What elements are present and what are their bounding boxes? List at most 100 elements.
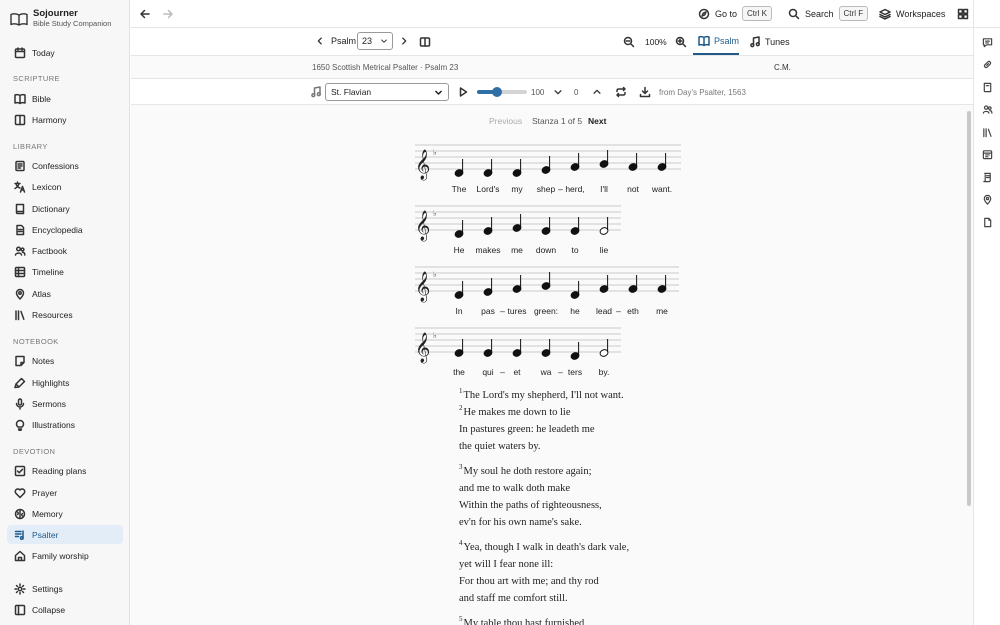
sidebar-item-bible[interactable]: Bible [7, 89, 123, 108]
calendar-icon[interactable] [982, 149, 993, 160]
tempo-slider[interactable] [477, 87, 527, 97]
quarter-note [512, 159, 522, 177]
home-icon [14, 550, 26, 561]
sidebar-item-today[interactable]: Today [7, 43, 123, 62]
scrollbar[interactable] [967, 111, 971, 506]
chevron-up-icon [593, 89, 601, 94]
comment-icon[interactable] [982, 37, 993, 48]
map-pin-icon[interactable] [982, 194, 993, 205]
heart-hands-icon [14, 487, 26, 498]
verse-line: 3My soul he doth restore again; [459, 463, 592, 478]
parallel-view-button[interactable] [419, 36, 431, 48]
tempo-slider-thumb[interactable] [492, 87, 502, 97]
brand[interactable]: Sojourner Bible Study Companion [10, 8, 111, 29]
book-open-icon [419, 37, 431, 47]
next-stanza-button[interactable]: Next [588, 116, 606, 126]
tab-tunes[interactable]: Tunes [749, 28, 790, 55]
chevron-down-icon [435, 90, 442, 95]
sidebar-item-reading-plans[interactable]: Reading plans [7, 461, 123, 480]
verse-line: and me to walk doth make [459, 483, 571, 494]
sidebar-item-psalter[interactable]: Psalter [7, 525, 123, 544]
layout-grid-button[interactable] [957, 8, 969, 20]
psalm-content: Previous Stanza 1 of 5 Next 𝄞 ♭ The Lord's m… [131, 105, 973, 625]
sidebar-item-sermons[interactable]: Sermons [7, 394, 123, 413]
tab-psalm[interactable]: Psalm [693, 28, 739, 55]
people-icon[interactable] [982, 104, 993, 115]
next-chapter-button[interactable] [399, 36, 409, 46]
sidebar-item-prayer[interactable]: Prayer [7, 483, 123, 502]
lyric-hyphen: – [558, 367, 563, 377]
staff-lines: 𝄞 ♭ [415, 205, 621, 242]
sidebar-item-settings[interactable]: Settings [7, 579, 123, 598]
chapter-value: 23 [362, 36, 373, 46]
quarter-note [512, 214, 522, 232]
quarter-note [483, 339, 493, 357]
half-note [599, 339, 609, 357]
quarter-note [483, 278, 493, 296]
tune-select[interactable]: St. Flavian [325, 83, 449, 101]
sidebar-item-encyclopedia[interactable]: Encyclopedia [7, 220, 123, 239]
sidebar-item-label: Encyclopedia [32, 224, 83, 235]
download-button[interactable] [639, 86, 651, 98]
sidebar-item-confessions[interactable]: Confessions [7, 156, 123, 175]
scroll-icon [15, 160, 25, 171]
sidebar-item-family-worship[interactable]: Family worship [7, 546, 123, 565]
play-button[interactable] [457, 86, 469, 98]
app-subtitle: Bible Study Companion [33, 19, 112, 28]
sidebar-item-illustrations[interactable]: Illustrations [7, 415, 123, 434]
quarter-note [512, 339, 522, 357]
document-icon[interactable] [982, 217, 993, 228]
stanza-indicator: Stanza 1 of 5 [532, 116, 583, 126]
sidebar-item-atlas[interactable]: Atlas [7, 284, 123, 303]
repeat-button[interactable] [615, 86, 627, 98]
sidebar-item-factbook[interactable]: Factbook [7, 241, 123, 260]
library-books-icon[interactable] [982, 127, 993, 138]
verse-number: 3 [459, 463, 463, 471]
go-to-button[interactable]: Go to Ctrl K [698, 6, 773, 21]
tempo-value: 100 [531, 88, 545, 97]
sidebar-item-harmony[interactable]: Harmony [7, 110, 123, 129]
workspaces-button[interactable]: Workspaces [879, 8, 945, 20]
previous-stanza-button[interactable]: Previous [489, 116, 522, 126]
sidebar-item-dictionary[interactable]: Dictionary [7, 199, 123, 218]
previous-chapter-button[interactable] [315, 36, 325, 46]
open-book-logo-icon [10, 12, 28, 26]
sidebar-collapse-button[interactable]: Collapse [7, 600, 123, 619]
columns-icon [14, 114, 26, 125]
quarter-note [570, 217, 580, 235]
verse-line: In pastures green: he leadeth me [459, 424, 595, 435]
search-icon [788, 8, 800, 19]
sidebar-item-resources[interactable]: Resources [7, 305, 123, 324]
book-icon[interactable] [982, 82, 993, 93]
chevron-left-icon [317, 37, 322, 45]
sidebar-item-timeline[interactable]: Timeline [7, 262, 123, 281]
lyric-syllable: makes [475, 245, 501, 255]
sidebar-item-label: Harmony [32, 114, 67, 125]
link-icon[interactable] [982, 59, 993, 70]
zoom-in-button[interactable] [675, 36, 687, 48]
verse-line: 2He makes me down to lie [459, 404, 571, 419]
scroll-icon[interactable] [982, 172, 993, 183]
verse-line: and staff me comfort still. [459, 593, 568, 604]
forward-button[interactable] [162, 8, 174, 20]
verse-number: 1 [459, 387, 463, 395]
music-note-icon [311, 86, 321, 98]
sidebar-item-notes[interactable]: Notes [7, 351, 123, 370]
transpose-down-button[interactable] [553, 87, 563, 97]
lyric-syllable: me [656, 306, 668, 316]
staff-lines: 𝄞 ♭ [415, 144, 681, 181]
search-button[interactable]: Search Ctrl F [788, 6, 869, 21]
sidebar-item-lexicon[interactable]: Lexicon [7, 177, 123, 196]
quarter-note [454, 220, 464, 238]
back-button[interactable] [139, 8, 151, 20]
quarter-note [570, 281, 580, 299]
transpose-up-button[interactable] [592, 87, 602, 97]
sidebar-item-highlights[interactable]: Highlights [7, 373, 123, 392]
zoom-out-button[interactable] [623, 36, 635, 48]
quarter-note [657, 153, 667, 171]
sidebar-item-memory[interactable]: Memory [7, 504, 123, 523]
chevron-right-icon [402, 37, 407, 45]
music-note-icon [750, 35, 760, 47]
sidebar-item-label: Dictionary [32, 203, 70, 214]
chapter-select[interactable]: 23 [357, 32, 393, 50]
